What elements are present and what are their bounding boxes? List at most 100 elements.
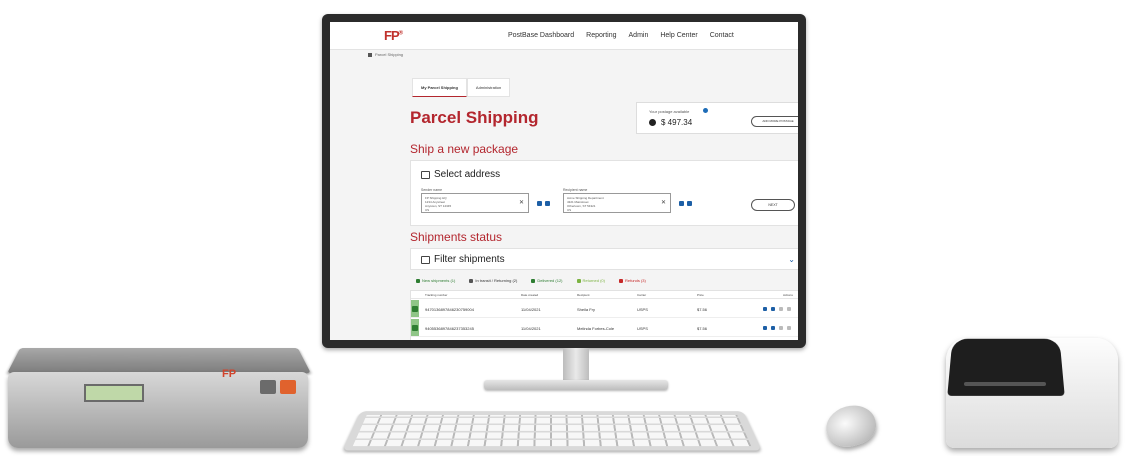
address-book-icon[interactable] [537, 201, 542, 206]
add-postage-button[interactable]: ADD MORE POSTAGE [751, 116, 798, 127]
monitor-stand-neck [563, 348, 589, 382]
delete-icon[interactable] [787, 326, 791, 330]
tracking-number[interactable]: 9405536897846237353245 [425, 326, 474, 331]
status-label: Delivered (12) [537, 278, 563, 283]
price: $7.56 [697, 326, 708, 331]
ship-section-title: Ship a new package [410, 142, 519, 156]
filter-shipments-card[interactable]: Filter shipments ⌄ [410, 248, 798, 270]
tab-bar: My Parcel Shipping Administration [412, 78, 511, 97]
print-icon[interactable] [763, 326, 767, 330]
breadcrumb: Parcel Shipping [368, 52, 403, 57]
scale-display [84, 384, 144, 402]
shipments-status-title: Shipments status [410, 230, 503, 244]
carrier: USPS [637, 307, 648, 312]
column-header[interactable]: Recipient [577, 293, 590, 297]
next-button[interactable]: NEXT [751, 199, 795, 211]
label-printer [946, 326, 1118, 450]
sender-address-field[interactable]: FP Shipping HQ 1234 Anystreet Anytown, S… [421, 193, 529, 213]
printer-slot [964, 382, 1046, 386]
breadcrumb-current: Parcel Shipping [375, 52, 404, 57]
location-icon[interactable] [771, 326, 775, 330]
shipment-status-tabs: New shipments (1) In transit / Returning… [416, 278, 646, 283]
filter-shipments-heading: Filter shipments [421, 254, 505, 265]
status-in-transit[interactable]: In transit / Returning (2) [469, 278, 517, 283]
table-row[interactable]: 9405536897846237353245 11/04/2021 Melind… [411, 319, 798, 337]
status-icon [416, 278, 420, 283]
postage-coin-icon [649, 119, 656, 126]
recipient: Sheila Fry [577, 307, 596, 312]
nav-contact[interactable]: Contact [710, 32, 734, 39]
postal-scale: FP [7, 338, 312, 450]
print-icon[interactable] [763, 307, 767, 311]
location-icon[interactable] [771, 307, 775, 311]
monitor: FP® PostBase Dashboard Reporting Admin H… [322, 14, 806, 348]
column-header[interactable]: Price [697, 293, 704, 297]
clear-recipient-icon[interactable]: ✕ [661, 199, 666, 206]
package-icon [412, 306, 418, 312]
status-returned[interactable]: Returned (0) [576, 278, 605, 283]
tab-my-parcel-shipping[interactable]: My Parcel Shipping [412, 78, 467, 97]
copy-icon[interactable] [779, 326, 783, 330]
truck-icon [421, 170, 430, 179]
table-row[interactable]: 9470136897846230759004 11/04/2021 Sheila… [411, 300, 798, 318]
scale-button [260, 380, 276, 394]
mouse [821, 400, 881, 452]
scale-tare-button [280, 380, 296, 394]
recipient-address-field[interactable]: Acme Shipping Department 4321 Mainstreet… [563, 193, 671, 213]
status-delivered[interactable]: Delivered (12) [531, 278, 563, 283]
status-icon [469, 278, 474, 283]
copy-icon[interactable] [779, 307, 783, 311]
info-icon[interactable] [703, 108, 708, 113]
sender-label: Sender name [421, 188, 443, 192]
add-contact-icon[interactable] [545, 201, 550, 206]
column-header: Actions [783, 293, 793, 297]
status-new[interactable]: New shipments (1) [416, 278, 455, 283]
status-refunds[interactable]: Refunds (3) [618, 278, 646, 283]
nav-help-center[interactable]: Help Center [660, 32, 697, 39]
postage-label: Your postage available [649, 109, 690, 114]
screen: FP® PostBase Dashboard Reporting Admin H… [330, 22, 798, 340]
select-address-heading: Select address [421, 169, 500, 180]
status-label: In transit / Returning (2) [475, 278, 518, 283]
status-label: Returned (0) [582, 278, 605, 283]
keyboard-keys [352, 414, 752, 447]
column-header[interactable]: Date created [521, 293, 538, 297]
add-contact-icon[interactable] [687, 201, 692, 206]
select-address-card: Select address Sender name FP Shipping H… [410, 160, 798, 226]
nav-postbase-dashboard[interactable]: PostBase Dashboard [508, 32, 574, 39]
tracking-number[interactable]: 9470136897846230759004 [425, 307, 474, 312]
fp-logo[interactable]: FP® [384, 28, 403, 43]
clear-sender-icon[interactable]: ✕ [519, 199, 524, 206]
price: $7.56 [697, 307, 708, 312]
status-label: Refunds (3) [624, 278, 646, 283]
column-header[interactable]: Carrier [637, 293, 646, 297]
printer-lid [947, 338, 1065, 396]
page-title: Parcel Shipping [410, 108, 539, 127]
home-icon[interactable] [368, 52, 372, 57]
nav-reporting[interactable]: Reporting [586, 32, 616, 39]
filter-icon [421, 255, 430, 264]
column-header[interactable]: Tracking number [425, 293, 447, 297]
top-navigation-bar: FP® PostBase Dashboard Reporting Admin H… [330, 22, 798, 50]
scale-logo: FP [222, 368, 237, 380]
recipient-label: Recipient name [563, 188, 588, 192]
recipient-line: US [567, 208, 572, 212]
shipments-table: Tracking number Date created Recipient C… [410, 290, 798, 340]
status-icon [531, 278, 536, 283]
package-icon [412, 325, 418, 331]
delete-icon[interactable] [787, 307, 791, 311]
scale-plate [7, 347, 311, 374]
postage-card: Your postage available $ 497.34 ADD MORE… [636, 102, 798, 134]
sender-line: US [425, 208, 430, 212]
chevron-down-icon[interactable]: ⌄ [788, 255, 795, 264]
keyboard [342, 411, 762, 451]
monitor-stand-base [484, 380, 668, 390]
date-created: 11/04/2021 [521, 307, 541, 312]
status-label: New shipments (1) [422, 278, 456, 283]
postage-balance: $ 497.34 [661, 118, 693, 127]
date-created: 11/04/2021 [521, 326, 541, 331]
select-address-title: Select address [434, 169, 501, 180]
tab-administration[interactable]: Administration [466, 78, 511, 97]
address-book-icon[interactable] [679, 201, 684, 206]
nav-admin[interactable]: Admin [629, 32, 649, 39]
